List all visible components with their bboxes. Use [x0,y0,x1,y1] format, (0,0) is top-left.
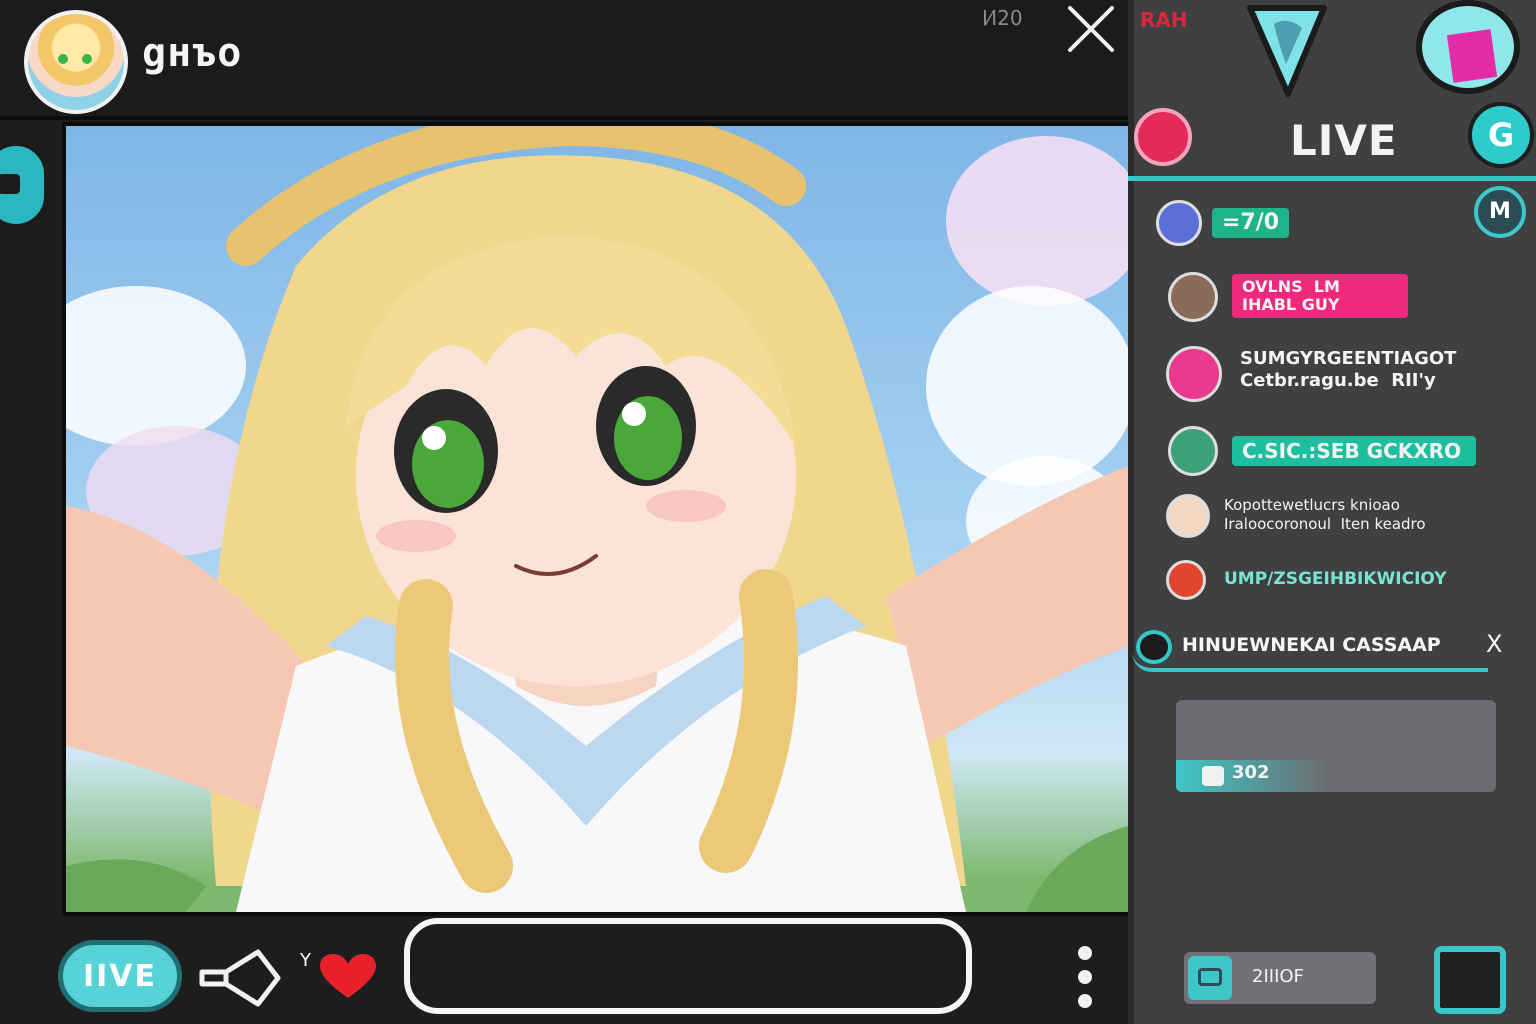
heart-icon[interactable] [318,952,378,1002]
chat-avatar[interactable] [1166,346,1222,402]
chat-avatar[interactable] [1166,560,1206,600]
header-meta-text: I⁄I20 [982,6,1023,30]
chat-message: C.SIC.:SEB GCKXRO [1232,436,1476,466]
more-options-icon[interactable] [1076,946,1094,1012]
streamer-illustration [66,126,1128,912]
chat-message: =7/0 [1212,208,1290,238]
live-status-button[interactable]: IIVE [58,940,182,1012]
close-button[interactable] [1064,2,1118,56]
streamer-name: gнъо [142,30,243,76]
message-icon [1202,766,1224,786]
pinned-close-button[interactable]: X [1486,630,1502,658]
chat-message: Kopottewetlucrs knioao Iraloocoronoul It… [1224,496,1426,533]
streamer-avatar[interactable] [24,10,128,114]
chat-avatar[interactable] [1168,272,1218,322]
chat-action-label: 2IIIOF [1252,966,1304,987]
live-video-frame[interactable] [62,122,1132,916]
chat-avatar[interactable] [1168,426,1218,476]
chat-avatar[interactable] [1166,494,1210,538]
side-handle-button[interactable] [0,140,50,230]
chat-message-list: =7/0 OVLNS LM IHABL GUY SUMGYRGEENTIAGOT… [1128,0,1536,620]
close-icon [1068,6,1114,52]
chat-message: SUMGYRGEENTIAGOT Cetbr.ragu.be RII'y [1240,348,1457,391]
compose-label: 302 [1232,762,1270,783]
fullscreen-button[interactable] [1434,946,1506,1014]
chat-message: UMP/ZSGEIHBIKWICIOY [1224,569,1447,589]
share-button[interactable] [196,946,286,1010]
like-count: Y [300,950,311,971]
image-icon [1188,956,1232,1000]
pin-icon [1136,630,1172,664]
chat-message: OVLNS LM IHABL GUY [1232,274,1408,318]
megaphone-icon [199,949,281,1007]
pinned-message-text: HINUEWNEKAI CASSAAP [1182,634,1441,656]
chat-avatar[interactable] [1156,200,1202,246]
comment-input[interactable] [404,918,972,1014]
